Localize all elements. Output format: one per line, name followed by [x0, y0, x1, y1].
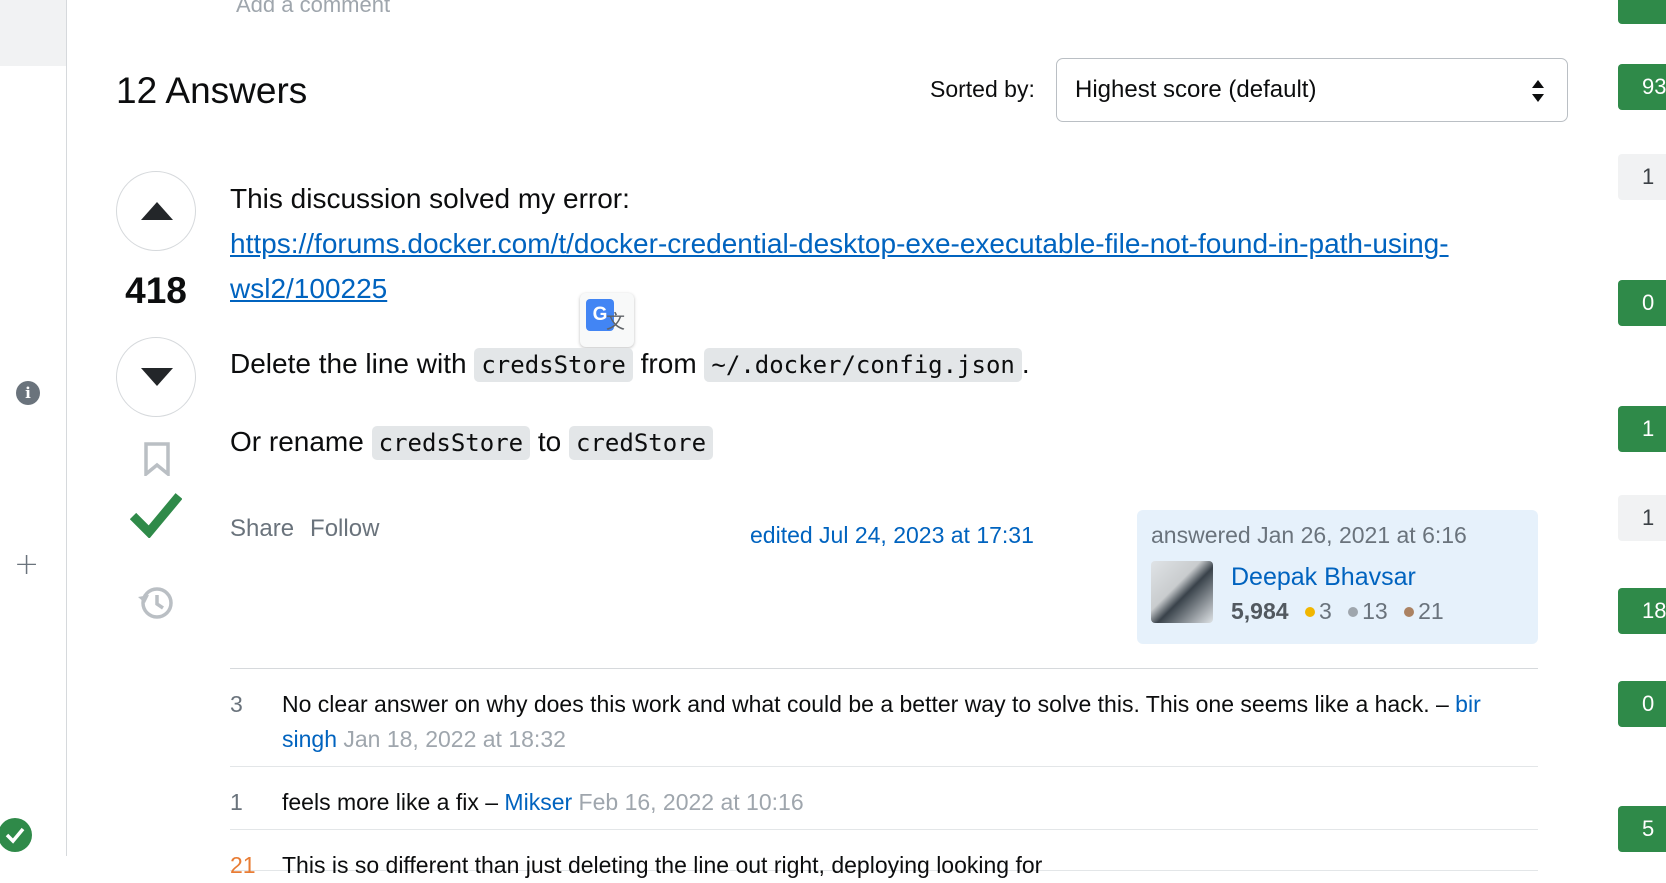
comments-list: 3 No clear answer on why does this work … [230, 668, 1538, 878]
check-circle-icon [0, 818, 32, 852]
answer-line1: This discussion solved my error: [230, 183, 630, 214]
plus-icon[interactable]: + [14, 550, 39, 580]
answered-time: answered Jan 26, 2021 at 6:16 [1151, 522, 1467, 548]
history-icon[interactable] [136, 583, 176, 623]
comment: 21 This is so different than just deleti… [230, 830, 1538, 878]
bookmark-icon[interactable] [142, 442, 172, 476]
answer-paragraph-2: Delete the line with credsStore from ~/.… [230, 341, 1030, 388]
comment-body: feels more like a fix – Mikser Feb 16, 2… [282, 785, 1522, 820]
arrow-down-icon [141, 368, 173, 386]
related-question-score[interactable]: 0 [1618, 681, 1666, 727]
text: . [1021, 348, 1030, 379]
sidebar-active-item[interactable] [0, 0, 66, 66]
reputation: 5,984 [1231, 598, 1289, 624]
sort-selected-value: Highest score (default) [1075, 76, 1317, 103]
sort-arrows-icon [1532, 80, 1544, 102]
silver-badge-icon [1348, 607, 1359, 617]
comment-date[interactable]: Jan 18, 2022 at 18:32 [343, 726, 566, 752]
user-name-link[interactable]: Deepak Bhavsar [1231, 563, 1416, 592]
related-question-score[interactable]: 1 [1618, 495, 1666, 541]
arrow-up-icon [141, 202, 173, 220]
answers-heading: 12 Answers [116, 70, 308, 111]
add-comment-link[interactable]: Add a comment [236, 0, 390, 18]
related-question-score[interactable]: 5 [1618, 806, 1666, 852]
info-icon[interactable]: i [16, 381, 40, 405]
avatar[interactable] [1151, 561, 1213, 623]
answer-body: This discussion solved my error: https:/… [230, 176, 1530, 311]
downvote-button[interactable] [116, 337, 196, 417]
comment-text: No clear answer on why does this work an… [282, 691, 1449, 717]
text: to [537, 426, 562, 457]
text: from [640, 348, 697, 379]
accepted-check-icon [130, 493, 182, 538]
comment-date[interactable]: Feb 16, 2022 at 10:16 [579, 789, 804, 815]
vote-count: 418 [125, 270, 187, 311]
comment-body: No clear answer on why does this work an… [282, 687, 1522, 757]
gold-badges: 3 [1318, 598, 1332, 624]
silver-badges: 13 [1362, 598, 1388, 624]
upvote-button[interactable] [116, 171, 196, 251]
bronze-badge-icon [1404, 607, 1415, 617]
related-question-score[interactable]: 1 [1618, 406, 1666, 452]
inline-code: credStore [569, 426, 714, 460]
comment-score: 3 [230, 691, 243, 717]
follow-link[interactable]: Follow [310, 515, 379, 542]
inline-code: ~/.docker/config.json [704, 348, 1022, 382]
related-question-score[interactable]: 93 [1618, 64, 1666, 110]
related-question-score[interactable]: 0 [1618, 280, 1666, 326]
translate-icon[interactable]: G文 [580, 293, 634, 347]
inline-code: credsStore [371, 426, 531, 460]
inline-code: credsStore [474, 348, 633, 382]
comment: 3 No clear answer on why does this work … [230, 669, 1538, 767]
text: Or rename [230, 426, 364, 457]
text: Delete the line with [230, 348, 467, 379]
user-card: answered Jan 26, 2021 at 6:16 Deepak Bha… [1137, 510, 1538, 644]
comment-body: This is so different than just deleting … [282, 848, 1522, 883]
post-menu: Share Follow [230, 515, 395, 543]
comment-score: 1 [230, 789, 243, 815]
comment: 1 feels more like a fix – Mikser Feb 16,… [230, 767, 1538, 830]
answer-paragraph-3: Or rename credsStore to credStore [230, 419, 714, 466]
comment-user-link[interactable]: Mikser [504, 789, 572, 815]
user-stats: 5,984 3 13 21 [1231, 598, 1444, 625]
comment-score: 21 [230, 852, 256, 878]
docker-forum-link[interactable]: https://forums.docker.com/t/docker-crede… [230, 228, 1449, 304]
sort-select[interactable]: Highest score (default) [1056, 58, 1568, 122]
gold-badge-icon [1304, 607, 1315, 617]
related-question-score[interactable] [1618, 0, 1666, 24]
left-sidebar: i + [0, 0, 67, 856]
related-question-score[interactable]: 18 [1618, 588, 1666, 634]
sort-label: Sorted by: [930, 76, 1035, 102]
related-question-score[interactable]: 1 [1618, 154, 1666, 200]
share-link[interactable]: Share [230, 515, 294, 542]
comment-text: feels more like a fix – [282, 789, 499, 815]
bronze-badges: 21 [1418, 598, 1444, 624]
edited-link[interactable]: edited Jul 24, 2023 at 17:31 [750, 522, 1034, 549]
